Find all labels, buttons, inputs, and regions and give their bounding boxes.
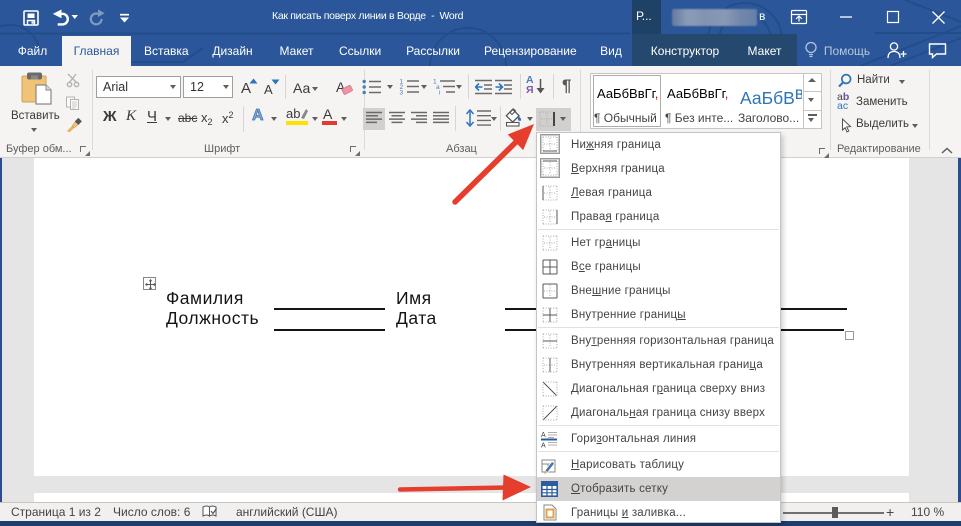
- svg-text:3: 3: [400, 90, 404, 96]
- svg-text:А: А: [541, 443, 546, 449]
- svg-text:А: А: [541, 432, 546, 439]
- svg-text:i: i: [439, 90, 440, 96]
